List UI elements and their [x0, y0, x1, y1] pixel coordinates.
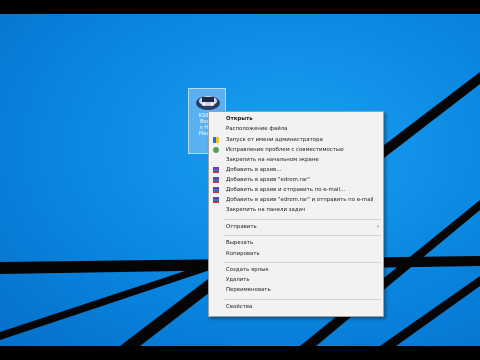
letterbox-top	[0, 0, 480, 14]
menu-item-cut[interactable]: Вырезать	[209, 238, 383, 248]
winrar-icon	[213, 177, 219, 183]
menu-item-add-edrom-rar[interactable]: Добавить в архив "edrom.rar"	[209, 175, 383, 185]
menu-item-create-shortcut[interactable]: Создать ярлык	[209, 265, 383, 275]
menu-item-send-to[interactable]: Отправить ›	[209, 222, 383, 232]
compatibility-icon	[213, 147, 219, 153]
menu-item-rename[interactable]: Переименовать	[209, 285, 383, 295]
winrar-icon	[213, 197, 219, 203]
menu-separator	[223, 299, 381, 300]
menu-item-add-archive[interactable]: Добавить в архив...	[209, 165, 383, 175]
letterbox-bottom	[0, 346, 480, 360]
menu-item-run-as-admin[interactable]: Запуск от имени администратора	[209, 135, 383, 145]
menu-item-edrom-email[interactable]: Добавить в архив "edrom.rar" и отправить…	[209, 195, 383, 205]
menu-item-archive-email[interactable]: Добавить в архив и отправить по e-mail..…	[209, 185, 383, 195]
menu-separator	[223, 262, 381, 263]
uac-shield-icon	[213, 137, 219, 143]
menu-item-copy[interactable]: Копировать	[209, 249, 383, 259]
menu-item-properties[interactable]: Свойства	[209, 302, 383, 312]
menu-item-open[interactable]: Открыть	[209, 114, 383, 124]
winrar-icon	[213, 167, 219, 173]
menu-item-compatibility[interactable]: Исправление проблем с совместимостью	[209, 145, 383, 155]
winrar-icon	[213, 187, 219, 193]
submenu-arrow-icon: ›	[377, 224, 379, 230]
menu-separator	[223, 219, 381, 220]
menu-item-delete[interactable]: Удалить	[209, 275, 383, 285]
context-menu: Открыть Расположение файла Запуск от име…	[208, 111, 384, 317]
menu-item-file-location[interactable]: Расположение файла	[209, 124, 383, 134]
menu-separator	[223, 235, 381, 236]
app-icon	[196, 96, 220, 110]
desktop[interactable]: KSIMO Booxi n Hny Please Открыть Располо…	[0, 14, 480, 346]
menu-item-pin-start[interactable]: Закрепить на начальном экране	[209, 155, 383, 165]
menu-item-pin-taskbar[interactable]: Закрепить на панели задач	[209, 205, 383, 215]
